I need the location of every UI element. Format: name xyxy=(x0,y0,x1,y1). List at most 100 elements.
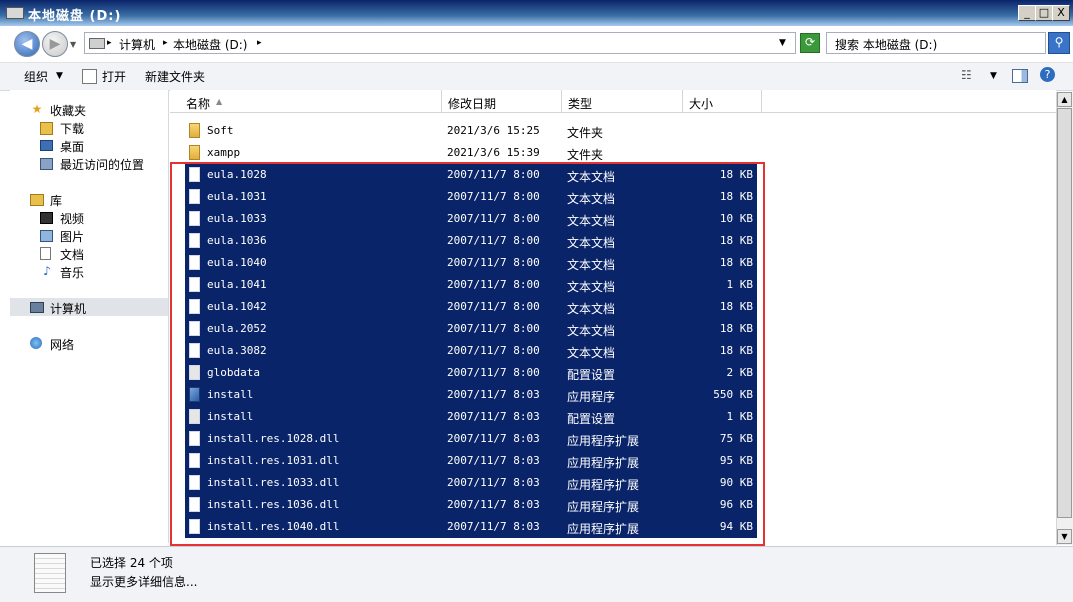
nav-pictures[interactable]: 图片 xyxy=(10,226,168,244)
file-size: 75 KB xyxy=(719,432,753,445)
vertical-scrollbar[interactable]: ▲ ▼ xyxy=(1056,92,1073,545)
file-row[interactable]: Soft 2021/3/6 15:25 文件夹 xyxy=(185,120,757,142)
scroll-up-icon[interactable]: ▲ xyxy=(1057,92,1072,107)
nav-favorites[interactable]: ★ 收藏夹 xyxy=(10,100,168,118)
dll-file-icon xyxy=(189,475,200,490)
file-name: install.res.1033.dll xyxy=(207,476,340,489)
file-row[interactable]: install.res.1031.dll 2007/11/7 8:03 应用程序扩展… xyxy=(185,450,757,472)
file-name: xampp xyxy=(207,146,241,159)
maximize-button[interactable]: □ xyxy=(1035,5,1053,21)
file-row[interactable]: eula.1041 2007/11/7 8:00 文本文档 1 KB xyxy=(185,274,757,296)
file-date: 2007/11/7 8:00 xyxy=(447,256,540,269)
help-icon[interactable]: ? xyxy=(1040,67,1055,82)
file-type: 文本文档 xyxy=(567,324,616,338)
file-type: 文件夹 xyxy=(567,148,604,162)
address-dropdown-icon[interactable]: ▼ xyxy=(779,38,786,48)
refresh-icon[interactable]: ⟳ xyxy=(800,33,820,53)
forward-button[interactable]: ▶ xyxy=(42,31,68,57)
file-row[interactable]: eula.1036 2007/11/7 8:00 文本文档 18 KB xyxy=(185,230,757,252)
scroll-down-icon[interactable]: ▼ xyxy=(1057,529,1072,544)
view-options-icon[interactable]: ☷ xyxy=(961,68,972,82)
file-row[interactable]: install.res.1033.dll 2007/11/7 8:03 应用程序扩展… xyxy=(185,472,757,494)
txt-file-icon xyxy=(189,255,200,270)
minimize-button[interactable]: _ xyxy=(1018,5,1036,21)
column-size[interactable]: 大小 xyxy=(683,90,762,112)
dll-file-icon xyxy=(189,497,200,512)
file-date: 2007/11/7 8:03 xyxy=(447,498,540,511)
file-row[interactable]: install 2007/11/7 8:03 应用程序 550 KB xyxy=(185,384,757,406)
breadcrumb-drive[interactable]: 本地磁盘 (D:) xyxy=(173,36,247,53)
file-row[interactable]: eula.1031 2007/11/7 8:00 文本文档 18 KB xyxy=(185,186,757,208)
file-name: Soft xyxy=(207,124,234,137)
file-name: globdata xyxy=(207,366,260,379)
file-row[interactable]: eula.1040 2007/11/7 8:00 文本文档 18 KB xyxy=(185,252,757,274)
column-header: 名称 ▲ 修改日期 类型 大小 xyxy=(170,90,1056,113)
file-row[interactable]: eula.1042 2007/11/7 8:00 文本文档 18 KB xyxy=(185,296,757,318)
scroll-thumb[interactable] xyxy=(1057,108,1072,518)
file-size: 10 KB xyxy=(719,212,753,225)
file-size: 18 KB xyxy=(719,344,753,357)
file-row[interactable]: eula.2052 2007/11/7 8:00 文本文档 18 KB xyxy=(185,318,757,340)
file-type: 配置设置 xyxy=(567,368,616,382)
file-date: 2007/11/7 8:03 xyxy=(447,432,540,445)
organize-dropdown-icon[interactable]: ▼ xyxy=(56,71,63,81)
column-date[interactable]: 修改日期 xyxy=(442,90,562,112)
file-row[interactable]: eula.1028 2007/11/7 8:00 文本文档 18 KB xyxy=(185,164,757,186)
file-size: 18 KB xyxy=(719,322,753,335)
file-name: eula.1028 xyxy=(207,168,267,181)
preview-pane-icon[interactable] xyxy=(1012,69,1028,83)
nav-downloads[interactable]: 下载 xyxy=(10,118,168,136)
file-row[interactable]: install.res.1040.dll 2007/11/7 8:03 应用程序扩展… xyxy=(185,516,757,538)
search-icon[interactable]: ⚲ xyxy=(1048,32,1070,54)
file-row[interactable]: eula.3082 2007/11/7 8:00 文本文档 18 KB xyxy=(185,340,757,362)
breadcrumb-computer[interactable]: 计算机 xyxy=(119,36,155,53)
open-button[interactable]: 打开 xyxy=(102,68,126,85)
file-row[interactable]: install.res.1028.dll 2007/11/7 8:03 应用程序扩展… xyxy=(185,428,757,450)
view-dropdown-icon[interactable]: ▼ xyxy=(990,71,997,81)
file-row[interactable]: xampp 2021/3/6 15:39 文件夹 xyxy=(185,142,757,164)
file-row[interactable]: install 2007/11/7 8:03 配置设置 1 KB xyxy=(185,406,757,428)
history-dropdown-icon[interactable]: ▼ xyxy=(70,40,76,49)
dll-file-icon xyxy=(189,431,200,446)
file-row[interactable]: globdata 2007/11/7 8:00 配置设置 2 KB xyxy=(185,362,757,384)
file-name: eula.1042 xyxy=(207,300,267,313)
network-icon xyxy=(30,337,42,349)
file-type: 文本文档 xyxy=(567,192,616,206)
documents-icon xyxy=(40,247,51,260)
column-name[interactable]: 名称 ▲ xyxy=(170,90,442,112)
nav-music[interactable]: ♪ 音乐 xyxy=(10,262,168,280)
nav-videos[interactable]: 视频 xyxy=(10,208,168,226)
organize-button[interactable]: 组织 xyxy=(24,68,48,85)
file-size: 1 KB xyxy=(726,410,754,423)
computer-small-icon xyxy=(89,38,105,49)
nav-computer[interactable]: 计算机 xyxy=(10,298,168,316)
file-list: 名称 ▲ 修改日期 类型 大小 Soft 2021/3/6 15:25 文件夹 xamp… xyxy=(170,90,1056,543)
file-type: 文本文档 xyxy=(567,302,616,316)
search-input[interactable]: 搜索 本地磁盘 (D:) xyxy=(826,32,1046,54)
column-type[interactable]: 类型 xyxy=(562,90,683,112)
file-row[interactable]: install.res.1036.dll 2007/11/7 8:03 应用程序扩展… xyxy=(185,494,757,516)
txt-file-icon xyxy=(189,321,200,336)
new-folder-button[interactable]: 新建文件夹 xyxy=(145,68,205,85)
cfg-file-icon xyxy=(189,365,200,380)
nav-documents[interactable]: 文档 xyxy=(10,244,168,262)
file-row[interactable]: eula.1033 2007/11/7 8:00 文本文档 10 KB xyxy=(185,208,757,230)
nav-recent[interactable]: 最近访问的位置 xyxy=(10,154,168,172)
file-type: 文本文档 xyxy=(567,346,616,360)
file-name: eula.2052 xyxy=(207,322,267,335)
back-button[interactable]: ◀ xyxy=(14,31,40,57)
nav-network[interactable]: 网络 xyxy=(10,334,168,352)
file-size: 18 KB xyxy=(719,300,753,313)
file-date: 2021/3/6 15:25 xyxy=(447,124,540,137)
nav-libraries[interactable]: 库 xyxy=(10,190,168,208)
multiple-files-icon xyxy=(34,553,66,593)
address-field[interactable]: ▸ 计算机 ▸ 本地磁盘 (D:) ▸ ▼ xyxy=(84,32,796,54)
file-name: eula.1033 xyxy=(207,212,267,225)
file-size: 18 KB xyxy=(719,234,753,247)
nav-desktop[interactable]: 桌面 xyxy=(10,136,168,154)
file-name: install xyxy=(207,410,254,423)
close-button[interactable]: X xyxy=(1052,5,1070,21)
star-icon: ★ xyxy=(31,102,43,116)
more-details-link[interactable]: 显示更多详细信息... xyxy=(90,573,197,590)
file-type: 应用程序扩展 xyxy=(567,500,640,514)
